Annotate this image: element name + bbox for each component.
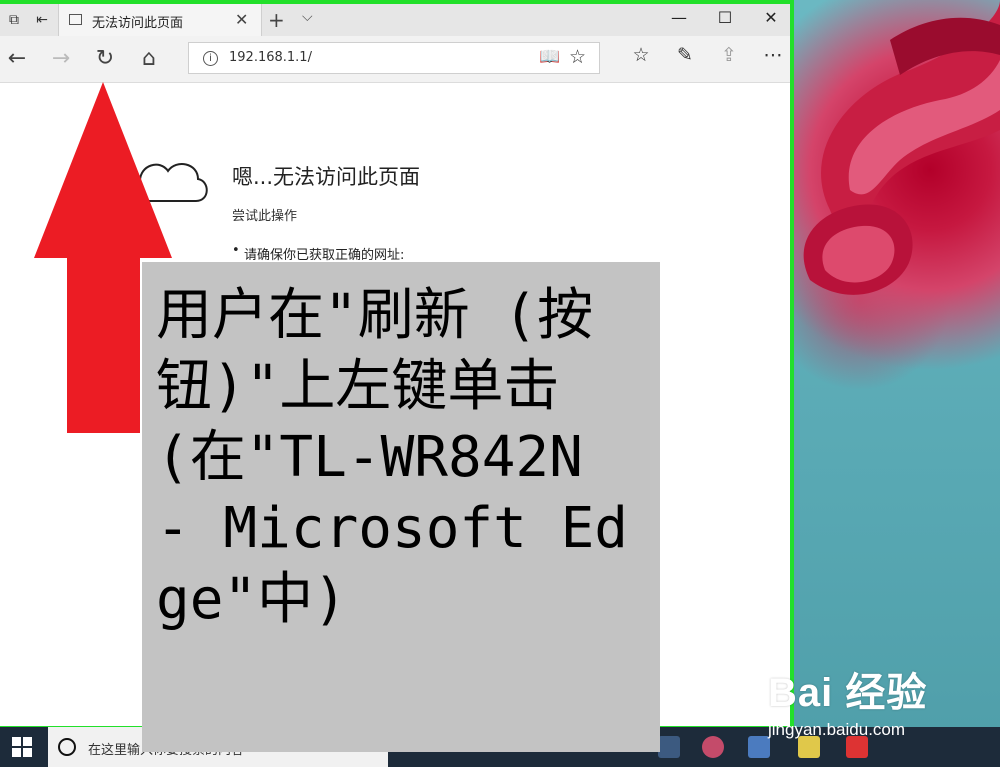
address-input[interactable]: i 192.168.1.1/ 📖 ☆ — [188, 42, 600, 74]
error-title: 嗯...无法访问此页面 — [232, 165, 421, 189]
watermark-logo: Bai 经验 — [768, 671, 928, 715]
annotation-caption: 用户在"刷新 (按钮)"上左键单击(在"TL-WR842N - Microsof… — [142, 262, 660, 752]
minimize-icon[interactable]: — — [664, 8, 694, 27]
app-icon-network[interactable] — [748, 736, 770, 758]
error-bullet: 请确保你已获取正确的网址: — [232, 243, 404, 263]
app-icon-paint[interactable] — [702, 736, 724, 758]
favorite-star-icon[interactable]: ☆ — [569, 46, 586, 68]
cortana-icon[interactable] — [58, 738, 76, 756]
more-icon[interactable]: ⋯ — [758, 44, 788, 66]
error-subtitle: 尝试此操作 — [232, 209, 298, 224]
caption-text: 用户在"刷新 (按钮)"上左键单击(在"TL-WR842N - Microsof… — [156, 283, 629, 632]
close-window-icon[interactable]: ✕ — [756, 8, 786, 27]
info-icon[interactable]: i — [203, 51, 218, 66]
watermark-url: jingyan.baidu.com — [768, 720, 906, 739]
share-icon[interactable]: ⇪ — [714, 44, 744, 66]
address-text: 192.168.1.1/ — [229, 50, 312, 65]
windows-start-icon[interactable] — [12, 737, 32, 757]
app-icon-computer[interactable] — [658, 736, 680, 758]
favorites-hub-icon[interactable]: ☆ — [626, 44, 656, 66]
web-note-icon[interactable]: ✎ — [670, 44, 700, 66]
flower-graphic — [803, 0, 1000, 295]
reading-view-icon[interactable]: 📖 — [539, 47, 560, 67]
new-tab-icon[interactable]: + — [268, 8, 285, 32]
close-tab-icon[interactable]: ✕ — [235, 10, 248, 29]
maximize-icon[interactable]: ☐ — [710, 8, 740, 27]
chevron-down-icon[interactable]: ⌵ — [302, 9, 313, 25]
baidu-watermark: Bai 经验 jingyan.baidu.com — [768, 660, 998, 750]
